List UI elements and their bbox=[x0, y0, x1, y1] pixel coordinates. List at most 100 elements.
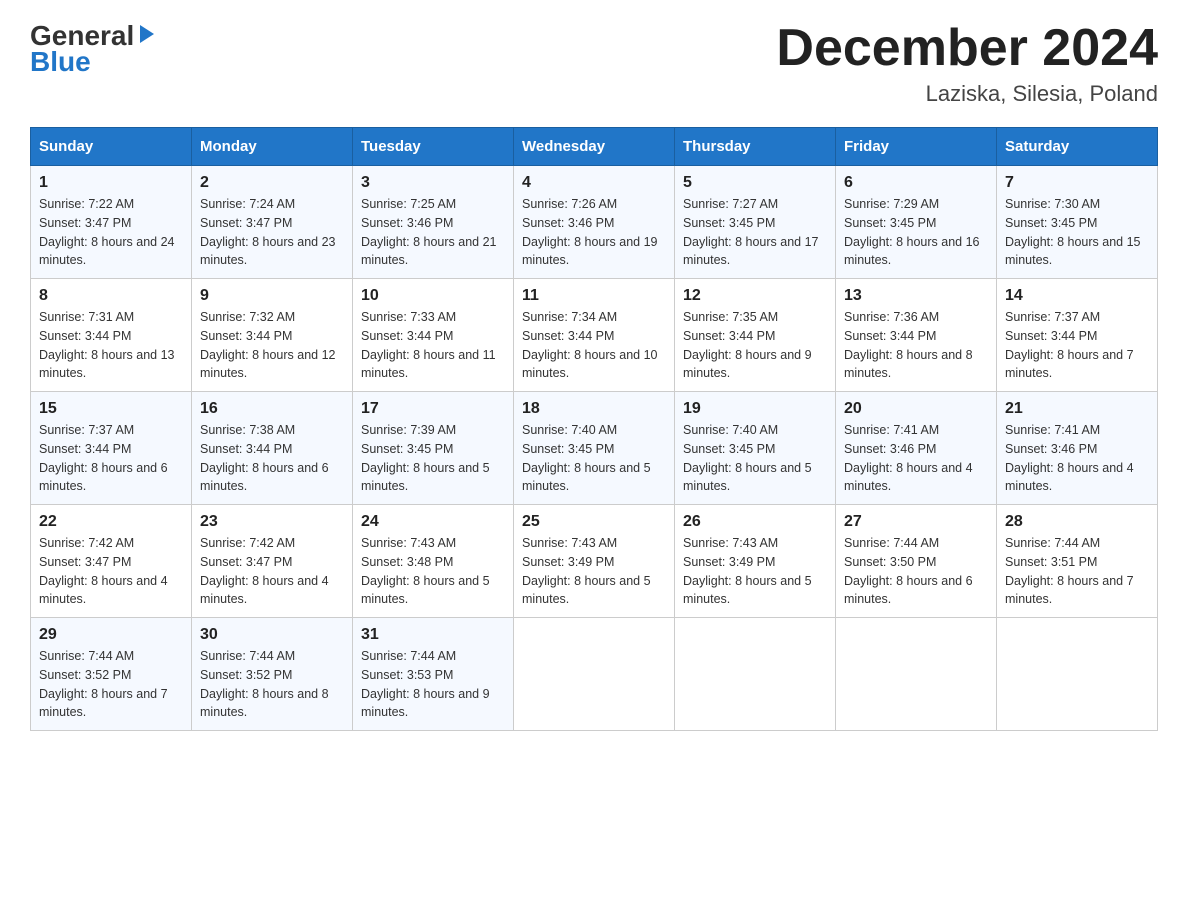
sunrise-label: Sunrise: 7:30 AM bbox=[1005, 197, 1100, 211]
col-sunday: Sunday bbox=[31, 128, 192, 166]
calendar-cell: 24 Sunrise: 7:43 AM Sunset: 3:48 PM Dayl… bbox=[353, 505, 514, 618]
calendar-cell bbox=[836, 618, 997, 731]
calendar-cell: 27 Sunrise: 7:44 AM Sunset: 3:50 PM Dayl… bbox=[836, 505, 997, 618]
day-info: Sunrise: 7:22 AM Sunset: 3:47 PM Dayligh… bbox=[39, 195, 183, 270]
sunset-label: Sunset: 3:46 PM bbox=[1005, 442, 1097, 456]
calendar-cell: 30 Sunrise: 7:44 AM Sunset: 3:52 PM Dayl… bbox=[192, 618, 353, 731]
calendar-cell: 25 Sunrise: 7:43 AM Sunset: 3:49 PM Dayl… bbox=[514, 505, 675, 618]
sunset-label: Sunset: 3:44 PM bbox=[361, 329, 453, 343]
day-info: Sunrise: 7:43 AM Sunset: 3:49 PM Dayligh… bbox=[683, 534, 827, 609]
calendar-header-row: Sunday Monday Tuesday Wednesday Thursday… bbox=[31, 128, 1158, 166]
day-info: Sunrise: 7:38 AM Sunset: 3:44 PM Dayligh… bbox=[200, 421, 344, 496]
day-info: Sunrise: 7:25 AM Sunset: 3:46 PM Dayligh… bbox=[361, 195, 505, 270]
day-number: 5 bbox=[683, 174, 827, 192]
daylight-label: Daylight: 8 hours and 10 minutes. bbox=[522, 348, 658, 381]
calendar-cell: 21 Sunrise: 7:41 AM Sunset: 3:46 PM Dayl… bbox=[997, 392, 1158, 505]
daylight-label: Daylight: 8 hours and 17 minutes. bbox=[683, 235, 819, 268]
calendar-cell: 1 Sunrise: 7:22 AM Sunset: 3:47 PM Dayli… bbox=[31, 166, 192, 279]
sunset-label: Sunset: 3:44 PM bbox=[522, 329, 614, 343]
col-saturday: Saturday bbox=[997, 128, 1158, 166]
calendar-cell: 29 Sunrise: 7:44 AM Sunset: 3:52 PM Dayl… bbox=[31, 618, 192, 731]
sunrise-label: Sunrise: 7:37 AM bbox=[39, 423, 134, 437]
day-info: Sunrise: 7:37 AM Sunset: 3:44 PM Dayligh… bbox=[39, 421, 183, 496]
sunset-label: Sunset: 3:45 PM bbox=[844, 216, 936, 230]
daylight-label: Daylight: 8 hours and 19 minutes. bbox=[522, 235, 658, 268]
logo: General Blue bbox=[30, 20, 158, 78]
day-number: 12 bbox=[683, 287, 827, 305]
calendar-week-row: 15 Sunrise: 7:37 AM Sunset: 3:44 PM Dayl… bbox=[31, 392, 1158, 505]
calendar-week-row: 1 Sunrise: 7:22 AM Sunset: 3:47 PM Dayli… bbox=[31, 166, 1158, 279]
sunrise-label: Sunrise: 7:31 AM bbox=[39, 310, 134, 324]
calendar-table: Sunday Monday Tuesday Wednesday Thursday… bbox=[30, 127, 1158, 731]
sunrise-label: Sunrise: 7:35 AM bbox=[683, 310, 778, 324]
day-number: 16 bbox=[200, 400, 344, 418]
day-number: 7 bbox=[1005, 174, 1149, 192]
daylight-label: Daylight: 8 hours and 11 minutes. bbox=[361, 348, 496, 381]
sunset-label: Sunset: 3:52 PM bbox=[200, 668, 292, 682]
daylight-label: Daylight: 8 hours and 16 minutes. bbox=[844, 235, 980, 268]
sunrise-label: Sunrise: 7:38 AM bbox=[200, 423, 295, 437]
daylight-label: Daylight: 8 hours and 6 minutes. bbox=[844, 574, 973, 607]
day-number: 26 bbox=[683, 513, 827, 531]
col-thursday: Thursday bbox=[675, 128, 836, 166]
sunrise-label: Sunrise: 7:32 AM bbox=[200, 310, 295, 324]
sunset-label: Sunset: 3:46 PM bbox=[844, 442, 936, 456]
calendar-cell: 6 Sunrise: 7:29 AM Sunset: 3:45 PM Dayli… bbox=[836, 166, 997, 279]
sunset-label: Sunset: 3:47 PM bbox=[39, 555, 131, 569]
daylight-label: Daylight: 8 hours and 5 minutes. bbox=[522, 574, 651, 607]
sunrise-label: Sunrise: 7:44 AM bbox=[361, 649, 456, 663]
calendar-cell: 3 Sunrise: 7:25 AM Sunset: 3:46 PM Dayli… bbox=[353, 166, 514, 279]
calendar-cell: 7 Sunrise: 7:30 AM Sunset: 3:45 PM Dayli… bbox=[997, 166, 1158, 279]
day-number: 1 bbox=[39, 174, 183, 192]
daylight-label: Daylight: 8 hours and 5 minutes. bbox=[361, 574, 490, 607]
sunset-label: Sunset: 3:44 PM bbox=[683, 329, 775, 343]
calendar-cell: 9 Sunrise: 7:32 AM Sunset: 3:44 PM Dayli… bbox=[192, 279, 353, 392]
day-number: 4 bbox=[522, 174, 666, 192]
daylight-label: Daylight: 8 hours and 5 minutes. bbox=[522, 461, 651, 494]
day-info: Sunrise: 7:34 AM Sunset: 3:44 PM Dayligh… bbox=[522, 308, 666, 383]
daylight-label: Daylight: 8 hours and 9 minutes. bbox=[361, 687, 490, 720]
day-info: Sunrise: 7:44 AM Sunset: 3:51 PM Dayligh… bbox=[1005, 534, 1149, 609]
sunset-label: Sunset: 3:46 PM bbox=[522, 216, 614, 230]
sunset-label: Sunset: 3:50 PM bbox=[844, 555, 936, 569]
sunrise-label: Sunrise: 7:43 AM bbox=[361, 536, 456, 550]
day-info: Sunrise: 7:27 AM Sunset: 3:45 PM Dayligh… bbox=[683, 195, 827, 270]
calendar-cell: 16 Sunrise: 7:38 AM Sunset: 3:44 PM Dayl… bbox=[192, 392, 353, 505]
calendar-week-row: 8 Sunrise: 7:31 AM Sunset: 3:44 PM Dayli… bbox=[31, 279, 1158, 392]
sunrise-label: Sunrise: 7:33 AM bbox=[361, 310, 456, 324]
day-info: Sunrise: 7:33 AM Sunset: 3:44 PM Dayligh… bbox=[361, 308, 505, 383]
day-number: 27 bbox=[844, 513, 988, 531]
calendar-cell: 15 Sunrise: 7:37 AM Sunset: 3:44 PM Dayl… bbox=[31, 392, 192, 505]
day-number: 23 bbox=[200, 513, 344, 531]
daylight-label: Daylight: 8 hours and 15 minutes. bbox=[1005, 235, 1141, 268]
daylight-label: Daylight: 8 hours and 4 minutes. bbox=[200, 574, 329, 607]
day-number: 25 bbox=[522, 513, 666, 531]
day-number: 24 bbox=[361, 513, 505, 531]
daylight-label: Daylight: 8 hours and 7 minutes. bbox=[39, 687, 168, 720]
logo-arrow-icon bbox=[136, 23, 158, 50]
day-number: 9 bbox=[200, 287, 344, 305]
sunrise-label: Sunrise: 7:42 AM bbox=[39, 536, 134, 550]
day-info: Sunrise: 7:39 AM Sunset: 3:45 PM Dayligh… bbox=[361, 421, 505, 496]
day-info: Sunrise: 7:44 AM Sunset: 3:52 PM Dayligh… bbox=[200, 647, 344, 722]
calendar-cell: 10 Sunrise: 7:33 AM Sunset: 3:44 PM Dayl… bbox=[353, 279, 514, 392]
sunset-label: Sunset: 3:44 PM bbox=[39, 442, 131, 456]
daylight-label: Daylight: 8 hours and 5 minutes. bbox=[683, 461, 812, 494]
daylight-label: Daylight: 8 hours and 6 minutes. bbox=[200, 461, 329, 494]
day-info: Sunrise: 7:36 AM Sunset: 3:44 PM Dayligh… bbox=[844, 308, 988, 383]
calendar-cell: 28 Sunrise: 7:44 AM Sunset: 3:51 PM Dayl… bbox=[997, 505, 1158, 618]
calendar-week-row: 29 Sunrise: 7:44 AM Sunset: 3:52 PM Dayl… bbox=[31, 618, 1158, 731]
calendar-cell bbox=[997, 618, 1158, 731]
day-number: 6 bbox=[844, 174, 988, 192]
sunrise-label: Sunrise: 7:29 AM bbox=[844, 197, 939, 211]
sunset-label: Sunset: 3:47 PM bbox=[39, 216, 131, 230]
day-info: Sunrise: 7:43 AM Sunset: 3:49 PM Dayligh… bbox=[522, 534, 666, 609]
sunrise-label: Sunrise: 7:43 AM bbox=[683, 536, 778, 550]
sunset-label: Sunset: 3:53 PM bbox=[361, 668, 453, 682]
logo-blue-text: Blue bbox=[30, 46, 91, 77]
calendar-cell: 20 Sunrise: 7:41 AM Sunset: 3:46 PM Dayl… bbox=[836, 392, 997, 505]
day-info: Sunrise: 7:42 AM Sunset: 3:47 PM Dayligh… bbox=[200, 534, 344, 609]
day-number: 17 bbox=[361, 400, 505, 418]
day-number: 11 bbox=[522, 287, 666, 305]
day-number: 20 bbox=[844, 400, 988, 418]
